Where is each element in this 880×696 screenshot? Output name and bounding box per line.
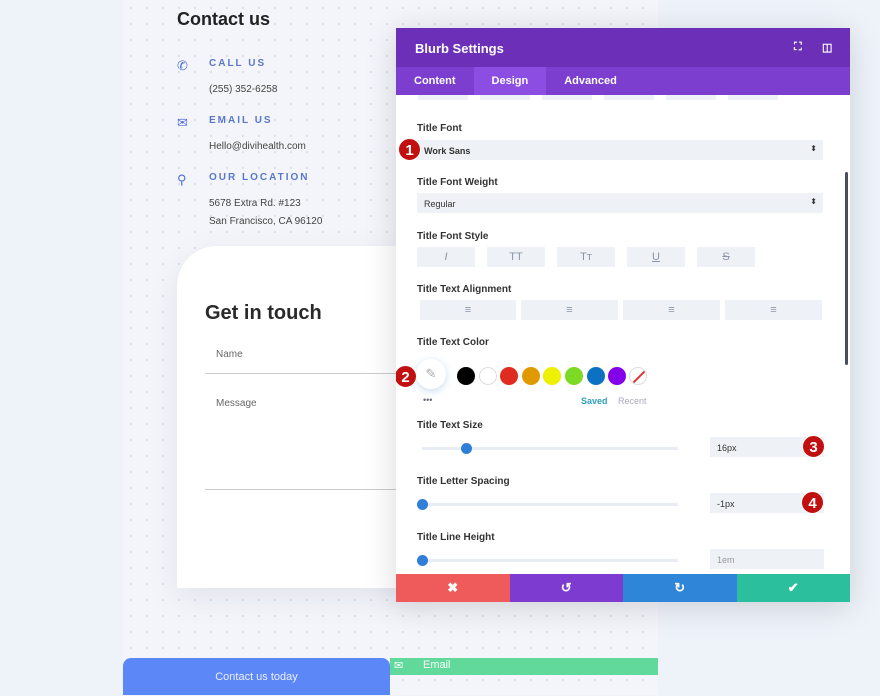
- align-right-button[interactable]: ≡: [623, 300, 720, 320]
- title-font-style-label: Title Font Style: [417, 231, 489, 242]
- recent-colors-tab[interactable]: Recent: [618, 396, 647, 406]
- tab-advanced[interactable]: Advanced: [546, 67, 635, 95]
- select-arrows-icon: ⬍: [810, 144, 817, 153]
- title-line-height-label: Title Line Height: [417, 532, 495, 543]
- blurb-settings-panel: Blurb Settings ⛶ ◫ Content Design Advanc…: [396, 28, 850, 602]
- title-line-height-input[interactable]: 1em: [710, 549, 824, 569]
- color-swatch[interactable]: [478, 367, 497, 385]
- color-swatch[interactable]: [457, 367, 475, 385]
- envelope-icon: ✉: [177, 115, 188, 130]
- panel-footer: ✖ ↺ ↻ ✔: [396, 574, 850, 602]
- contact-label: EMAIL US: [209, 115, 273, 126]
- title-font-select[interactable]: Work Sans ⬍: [417, 140, 823, 160]
- title-letter-spacing-slider[interactable]: [417, 499, 678, 510]
- title-text-size-label: Title Text Size: [417, 420, 483, 431]
- heading-h6-button[interactable]: H6: [728, 95, 778, 100]
- contact-value: (255) 352-6258: [209, 84, 278, 95]
- heading-h1-button[interactable]: H1: [418, 95, 468, 100]
- save-button[interactable]: ✔: [736, 574, 850, 602]
- color-swatch[interactable]: [500, 367, 519, 385]
- title-text-color-label: Title Text Color: [417, 337, 489, 348]
- title-letter-spacing-label: Title Letter Spacing: [417, 476, 510, 487]
- contact-us-today-button[interactable]: Contact us today: [123, 658, 390, 695]
- capitalize-button[interactable]: Tт: [557, 247, 615, 267]
- sidebar-toggle-icon[interactable]: ◫: [822, 41, 832, 54]
- heading-h2-button[interactable]: H2: [480, 95, 530, 100]
- cancel-button[interactable]: ✖: [396, 574, 510, 602]
- phone-icon: ✆: [177, 58, 188, 73]
- more-colors-button[interactable]: •••: [423, 395, 432, 405]
- color-picker-eyedropper[interactable]: ✎: [416, 359, 446, 389]
- slider-handle[interactable]: [460, 443, 472, 454]
- align-justify-button[interactable]: ≡: [725, 300, 822, 320]
- panel-header: Blurb Settings ⛶ ◫: [396, 28, 850, 67]
- tab-content[interactable]: Content: [396, 67, 474, 95]
- title-font-label: Title Font: [417, 123, 462, 134]
- heading-h5-button[interactable]: H5: [666, 95, 716, 100]
- color-swatch[interactable]: [608, 367, 627, 385]
- saved-colors-tab[interactable]: Saved: [581, 396, 608, 406]
- align-left-button[interactable]: ≡: [420, 300, 516, 320]
- select-arrows-icon: ⬍: [810, 197, 817, 206]
- strikethrough-button[interactable]: S: [697, 247, 755, 267]
- title-line-height-slider[interactable]: [417, 555, 678, 566]
- italic-button[interactable]: I: [417, 247, 475, 267]
- underline-button[interactable]: U: [627, 247, 685, 267]
- annotation-badge-3: 3: [802, 435, 825, 458]
- panel-scrollbar[interactable]: [845, 172, 848, 365]
- email-bar[interactable]: ✉ Email: [390, 658, 658, 675]
- contact-form-card: Get in touch Name Message: [177, 246, 417, 588]
- color-swatch[interactable]: [521, 367, 540, 385]
- contact-value: San Francisco, CA 96120: [209, 216, 323, 227]
- annotation-badge-1: 1: [398, 138, 421, 161]
- name-field[interactable]: Name: [205, 349, 417, 374]
- color-swatch[interactable]: [565, 367, 583, 385]
- tab-bar: Content Design Advanced: [396, 67, 850, 95]
- align-center-button[interactable]: ≡: [521, 300, 618, 320]
- title-font-weight-value: Regular: [424, 199, 456, 209]
- contact-value: 5678 Extra Rd. #123: [209, 198, 301, 209]
- contact-label: CALL US: [209, 58, 267, 69]
- undo-button[interactable]: ↺: [509, 574, 623, 602]
- title-font-weight-select[interactable]: Regular ⬍: [417, 193, 823, 213]
- fullscreen-icon[interactable]: ⛶: [794, 41, 802, 54]
- redo-button[interactable]: ↻: [623, 574, 737, 602]
- form-title: Get in touch: [205, 302, 322, 324]
- uppercase-button[interactable]: TT: [487, 247, 545, 267]
- contact-value: Hello@divihealth.com: [209, 141, 306, 152]
- annotation-badge-2: 2: [396, 365, 417, 388]
- title-font-weight-label: Title Font Weight: [417, 177, 498, 188]
- title-text-alignment-label: Title Text Alignment: [417, 284, 512, 295]
- panel-body: H1 H2 H3 H4 H5 H6 Title Font Work Sans⬍ …: [396, 95, 850, 574]
- heading-h3-button[interactable]: H3: [542, 95, 592, 100]
- annotation-badge-4: 4: [801, 491, 824, 514]
- contact-label: OUR LOCATION: [209, 172, 310, 183]
- message-field[interactable]: Message: [205, 398, 417, 490]
- title-text-size-slider[interactable]: [422, 443, 678, 454]
- swatch-none[interactable]: [629, 367, 647, 385]
- color-swatch[interactable]: [586, 367, 605, 385]
- slider-handle[interactable]: [417, 499, 428, 510]
- title-font-value: Work Sans: [424, 146, 471, 156]
- email-label: Email: [423, 659, 451, 671]
- map-pin-icon: ⚲: [177, 172, 187, 187]
- tab-design[interactable]: Design: [473, 67, 547, 95]
- color-swatch[interactable]: [543, 367, 562, 385]
- panel-title: Blurb Settings: [415, 41, 504, 56]
- slider-handle[interactable]: [417, 555, 428, 566]
- page-title: Contact us: [177, 9, 271, 29]
- envelope-icon: ✉: [394, 660, 404, 672]
- heading-h4-button[interactable]: H4: [604, 95, 654, 100]
